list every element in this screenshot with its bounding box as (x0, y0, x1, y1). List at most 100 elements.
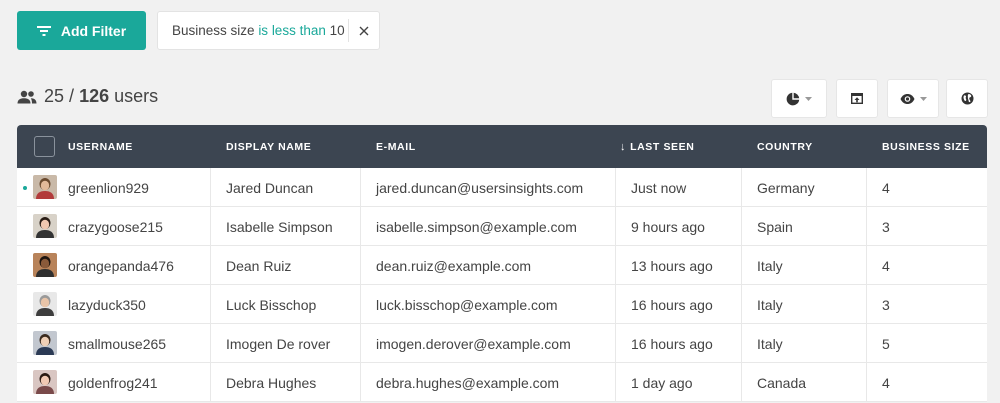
cell-email: isabelle.simpson@example.com (376, 218, 577, 235)
column-divider (360, 363, 361, 401)
export-icon (851, 93, 863, 104)
column-divider (615, 246, 616, 284)
column-divider (741, 285, 742, 323)
segments-chart-button[interactable] (771, 79, 827, 118)
avatar[interactable] (33, 214, 57, 238)
column-divider (615, 207, 616, 245)
cell-business-size: 4 (882, 179, 890, 196)
column-header-country[interactable]: COUNTRY (757, 125, 813, 168)
filter-value: 10 (329, 23, 345, 38)
count-unit: users (114, 86, 159, 106)
cell-last-seen: 1 day ago (631, 374, 693, 391)
column-divider (615, 285, 616, 323)
add-filter-label: Add Filter (60, 22, 127, 39)
cell-last-seen: Just now (631, 179, 687, 196)
cell-last-seen: 13 hours ago (631, 257, 713, 274)
column-divider (741, 246, 742, 284)
column-divider (210, 363, 211, 401)
select-all-checkbox[interactable] (34, 136, 55, 157)
cell-username[interactable]: goldenfrog241 (68, 363, 158, 402)
column-divider (866, 363, 867, 401)
table-row[interactable]: lazyduck350 Luck Bisschop luck.bisschop@ex… (17, 285, 987, 324)
table-body: greenlion929 Jared Duncan jared.duncan@use… (17, 168, 987, 402)
count-separator: / (69, 86, 75, 106)
table-row[interactable]: orangepanda476 Dean Ruiz dean.ruiz@example… (17, 246, 987, 285)
remove-filter-button[interactable] (348, 19, 379, 42)
column-divider (210, 168, 211, 206)
avatar[interactable] (33, 253, 57, 277)
cell-email: luck.bisschop@example.com (376, 296, 558, 313)
cell-country: Canada (757, 374, 807, 391)
column-divider (866, 324, 867, 362)
column-divider (741, 168, 742, 206)
columns-visibility-button[interactable] (887, 79, 939, 118)
cell-username[interactable]: smallmouse265 (68, 324, 166, 363)
column-divider (360, 168, 361, 206)
cell-last-seen: 16 hours ago (631, 296, 713, 313)
avatar[interactable] (33, 331, 57, 355)
column-divider (360, 324, 361, 362)
users-icon (17, 90, 37, 104)
column-divider (866, 207, 867, 245)
column-divider (210, 246, 211, 284)
column-divider (210, 285, 211, 323)
avatar[interactable] (33, 175, 57, 199)
table-row[interactable]: smallmouse265 Imogen De rover imogen.derov… (17, 324, 987, 363)
column-header-email[interactable]: E-MAIL (376, 125, 416, 168)
avatar[interactable] (33, 370, 57, 394)
cell-display-name: Luck Bisschop (226, 296, 317, 313)
sort-descending-icon: ↓ (620, 140, 627, 153)
pie-chart-icon (786, 92, 800, 105)
column-divider (615, 363, 616, 401)
column-divider (866, 285, 867, 323)
cell-email: debra.hughes@example.com (376, 374, 560, 391)
table-row[interactable]: crazygoose215 Isabelle Simpson isabelle.si… (17, 207, 987, 246)
column-header-last-seen-label: LAST SEEN (630, 140, 695, 153)
add-filter-button[interactable]: Add Filter (17, 11, 146, 50)
column-divider (360, 285, 361, 323)
cell-business-size: 5 (882, 335, 890, 352)
export-button[interactable] (836, 79, 878, 118)
column-header-display-name[interactable]: DISPLAY NAME (226, 125, 311, 168)
users-table: USERNAME DISPLAY NAME E-MAIL ↓ LAST SEEN… (17, 125, 987, 402)
cell-email: jared.duncan@usersinsights.com (376, 179, 584, 196)
column-header-business-size[interactable]: BUSINESS SIZE (882, 125, 970, 168)
total-count: 126 (79, 86, 110, 106)
shown-count: 25 (44, 86, 65, 106)
table-row[interactable]: goldenfrog241 Debra Hughes debra.hughes@ex… (17, 363, 987, 402)
cell-last-seen: 16 hours ago (631, 335, 713, 352)
cell-display-name: Imogen De rover (226, 335, 331, 352)
filter-description: Business size is less than 10 (158, 23, 345, 38)
column-header-last-seen[interactable]: ↓ LAST SEEN (620, 125, 694, 168)
column-header-username[interactable]: USERNAME (68, 125, 133, 168)
cell-email: imogen.derover@example.com (376, 335, 571, 352)
cell-display-name: Jared Duncan (226, 179, 314, 196)
cell-username[interactable]: lazyduck350 (68, 285, 146, 324)
cell-email: dean.ruiz@example.com (376, 257, 532, 274)
column-divider (741, 363, 742, 401)
cell-display-name: Debra Hughes (226, 374, 317, 391)
column-divider (615, 324, 616, 362)
cell-username[interactable]: orangepanda476 (68, 246, 174, 285)
cell-country: Italy (757, 335, 783, 352)
column-divider (866, 246, 867, 284)
cell-username[interactable]: greenlion929 (68, 168, 149, 207)
column-divider (615, 168, 616, 206)
column-divider (210, 324, 211, 362)
column-divider (741, 324, 742, 362)
column-divider (360, 246, 361, 284)
close-icon (359, 26, 369, 35)
user-count: 25 / 126 users (17, 86, 158, 107)
column-divider (360, 207, 361, 245)
column-divider (741, 207, 742, 245)
cell-username[interactable]: crazygoose215 (68, 207, 163, 246)
active-filter-chip[interactable]: Business size is less than 10 (157, 11, 380, 50)
cell-country: Germany (757, 179, 815, 196)
filter-icon (36, 25, 51, 37)
cell-country: Italy (757, 257, 783, 274)
online-indicator (23, 186, 27, 190)
map-view-button[interactable] (946, 79, 988, 118)
column-divider (866, 168, 867, 206)
table-row[interactable]: greenlion929 Jared Duncan jared.duncan@use… (17, 168, 987, 207)
avatar[interactable] (33, 292, 57, 316)
